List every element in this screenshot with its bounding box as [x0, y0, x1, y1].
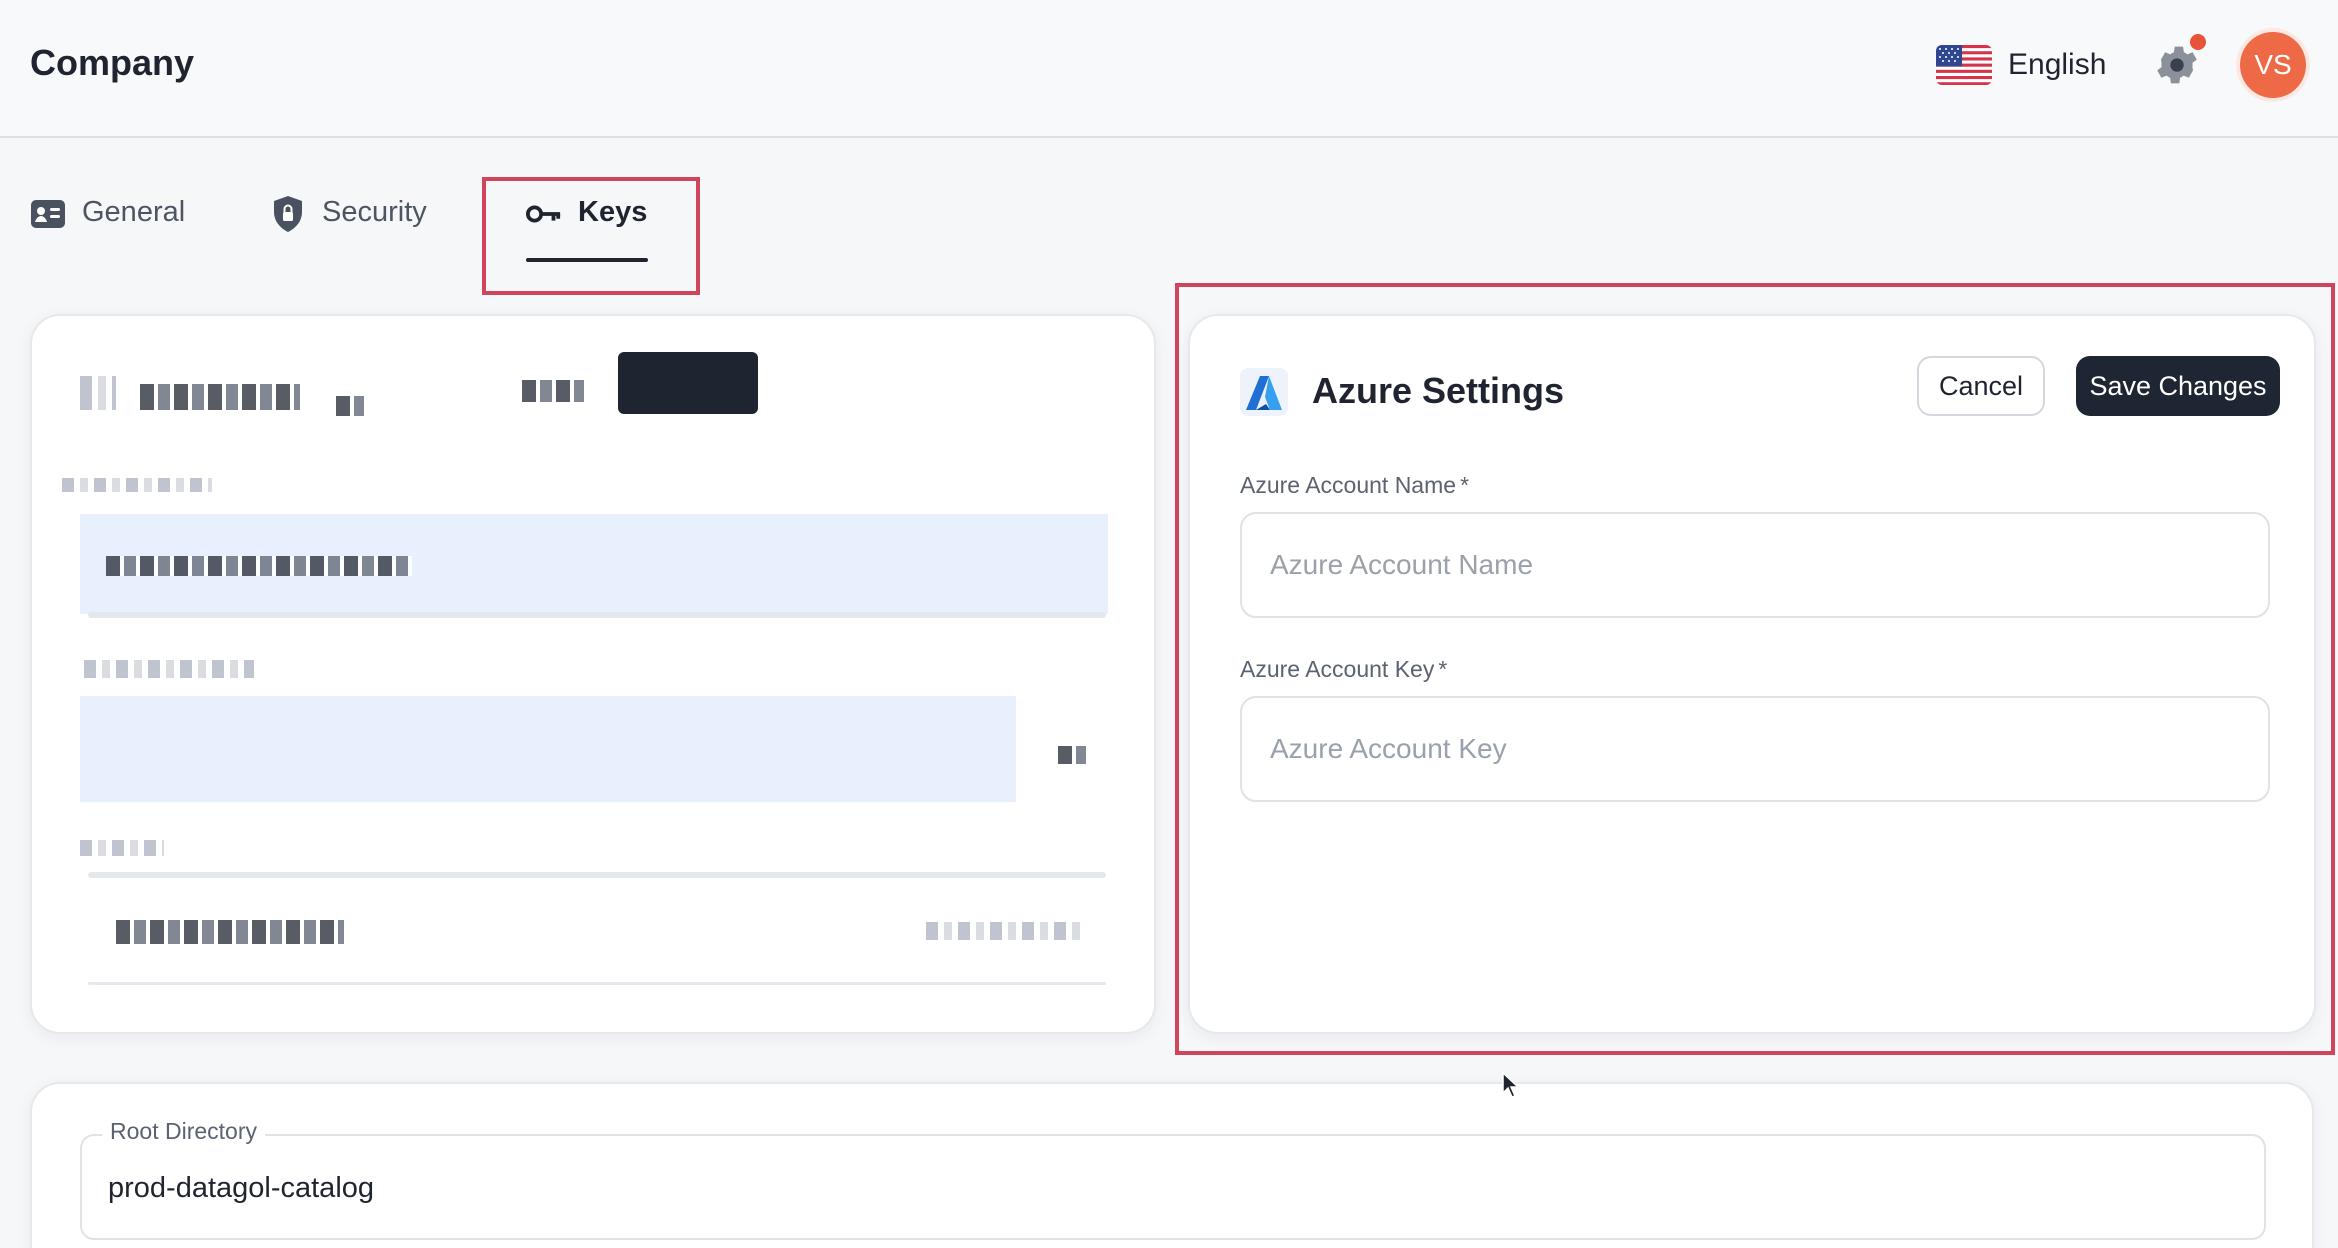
cancel-button[interactable]: Cancel	[1917, 356, 2045, 416]
mouse-cursor-icon	[1502, 1072, 1520, 1098]
redacted-label-2	[84, 660, 254, 678]
root-directory-label: Root Directory	[102, 1118, 265, 1145]
redacted-label-1	[62, 478, 212, 492]
azure-logo-icon	[1240, 368, 1288, 416]
azure-settings-title: Azure Settings	[1312, 370, 1565, 411]
save-changes-button[interactable]: Save Changes	[2076, 356, 2280, 416]
key-icon	[526, 196, 562, 232]
settings-tabs: General Security Keys	[30, 184, 676, 264]
key-details-card	[30, 314, 1156, 1034]
top-bar: Company English VS	[0, 0, 2338, 138]
redacted-meta-3	[926, 922, 1086, 940]
redacted-value-3	[116, 920, 344, 944]
redacted-value-1	[106, 556, 412, 576]
id-card-icon	[30, 196, 66, 232]
field-underline	[88, 612, 1106, 618]
azure-account-key-label: Azure Account Key *	[1240, 656, 1448, 682]
azure-account-key-input[interactable]	[1240, 696, 2270, 802]
page-title: Company	[30, 42, 195, 83]
tab-security-label: Security	[322, 196, 427, 228]
user-avatar[interactable]: VS	[2240, 32, 2306, 98]
root-directory-field[interactable]: Root Directory prod-datagol-catalog	[80, 1118, 2266, 1240]
azure-account-name-input[interactable]	[1240, 512, 2270, 618]
root-directory-card: Root Directory prod-datagol-catalog	[30, 1082, 2314, 1248]
redacted-field-2[interactable]	[80, 696, 1016, 802]
us-flag-icon	[1936, 45, 1992, 85]
shield-lock-icon	[270, 196, 306, 232]
tab-general-label: General	[82, 196, 186, 228]
tab-keys-label: Keys	[578, 196, 648, 228]
redacted-label-3	[80, 840, 164, 856]
redacted-action-button[interactable]	[618, 352, 758, 414]
redacted-title	[140, 384, 300, 410]
section-divider	[88, 872, 1106, 878]
root-directory-value: prod-datagol-catalog	[108, 1172, 375, 1204]
redacted-badge	[336, 396, 364, 416]
tab-keys[interactable]: Keys	[526, 184, 676, 264]
settings-button[interactable]	[2152, 34, 2206, 90]
tab-general[interactable]: General	[30, 184, 270, 264]
azure-account-name-label: Azure Account Name *	[1240, 472, 1470, 498]
redacted-copy-icon[interactable]	[1058, 746, 1086, 764]
bottom-divider	[88, 982, 1106, 985]
notification-dot	[2190, 34, 2206, 50]
language-label: English	[2008, 48, 2107, 81]
redacted-logo	[80, 376, 116, 410]
redacted-meta	[522, 380, 584, 402]
language-selector[interactable]: English	[1936, 42, 2106, 88]
tab-security[interactable]: Security	[270, 184, 526, 264]
azure-settings-card: Azure Settings Cancel Save Changes Azure…	[1188, 314, 2316, 1034]
